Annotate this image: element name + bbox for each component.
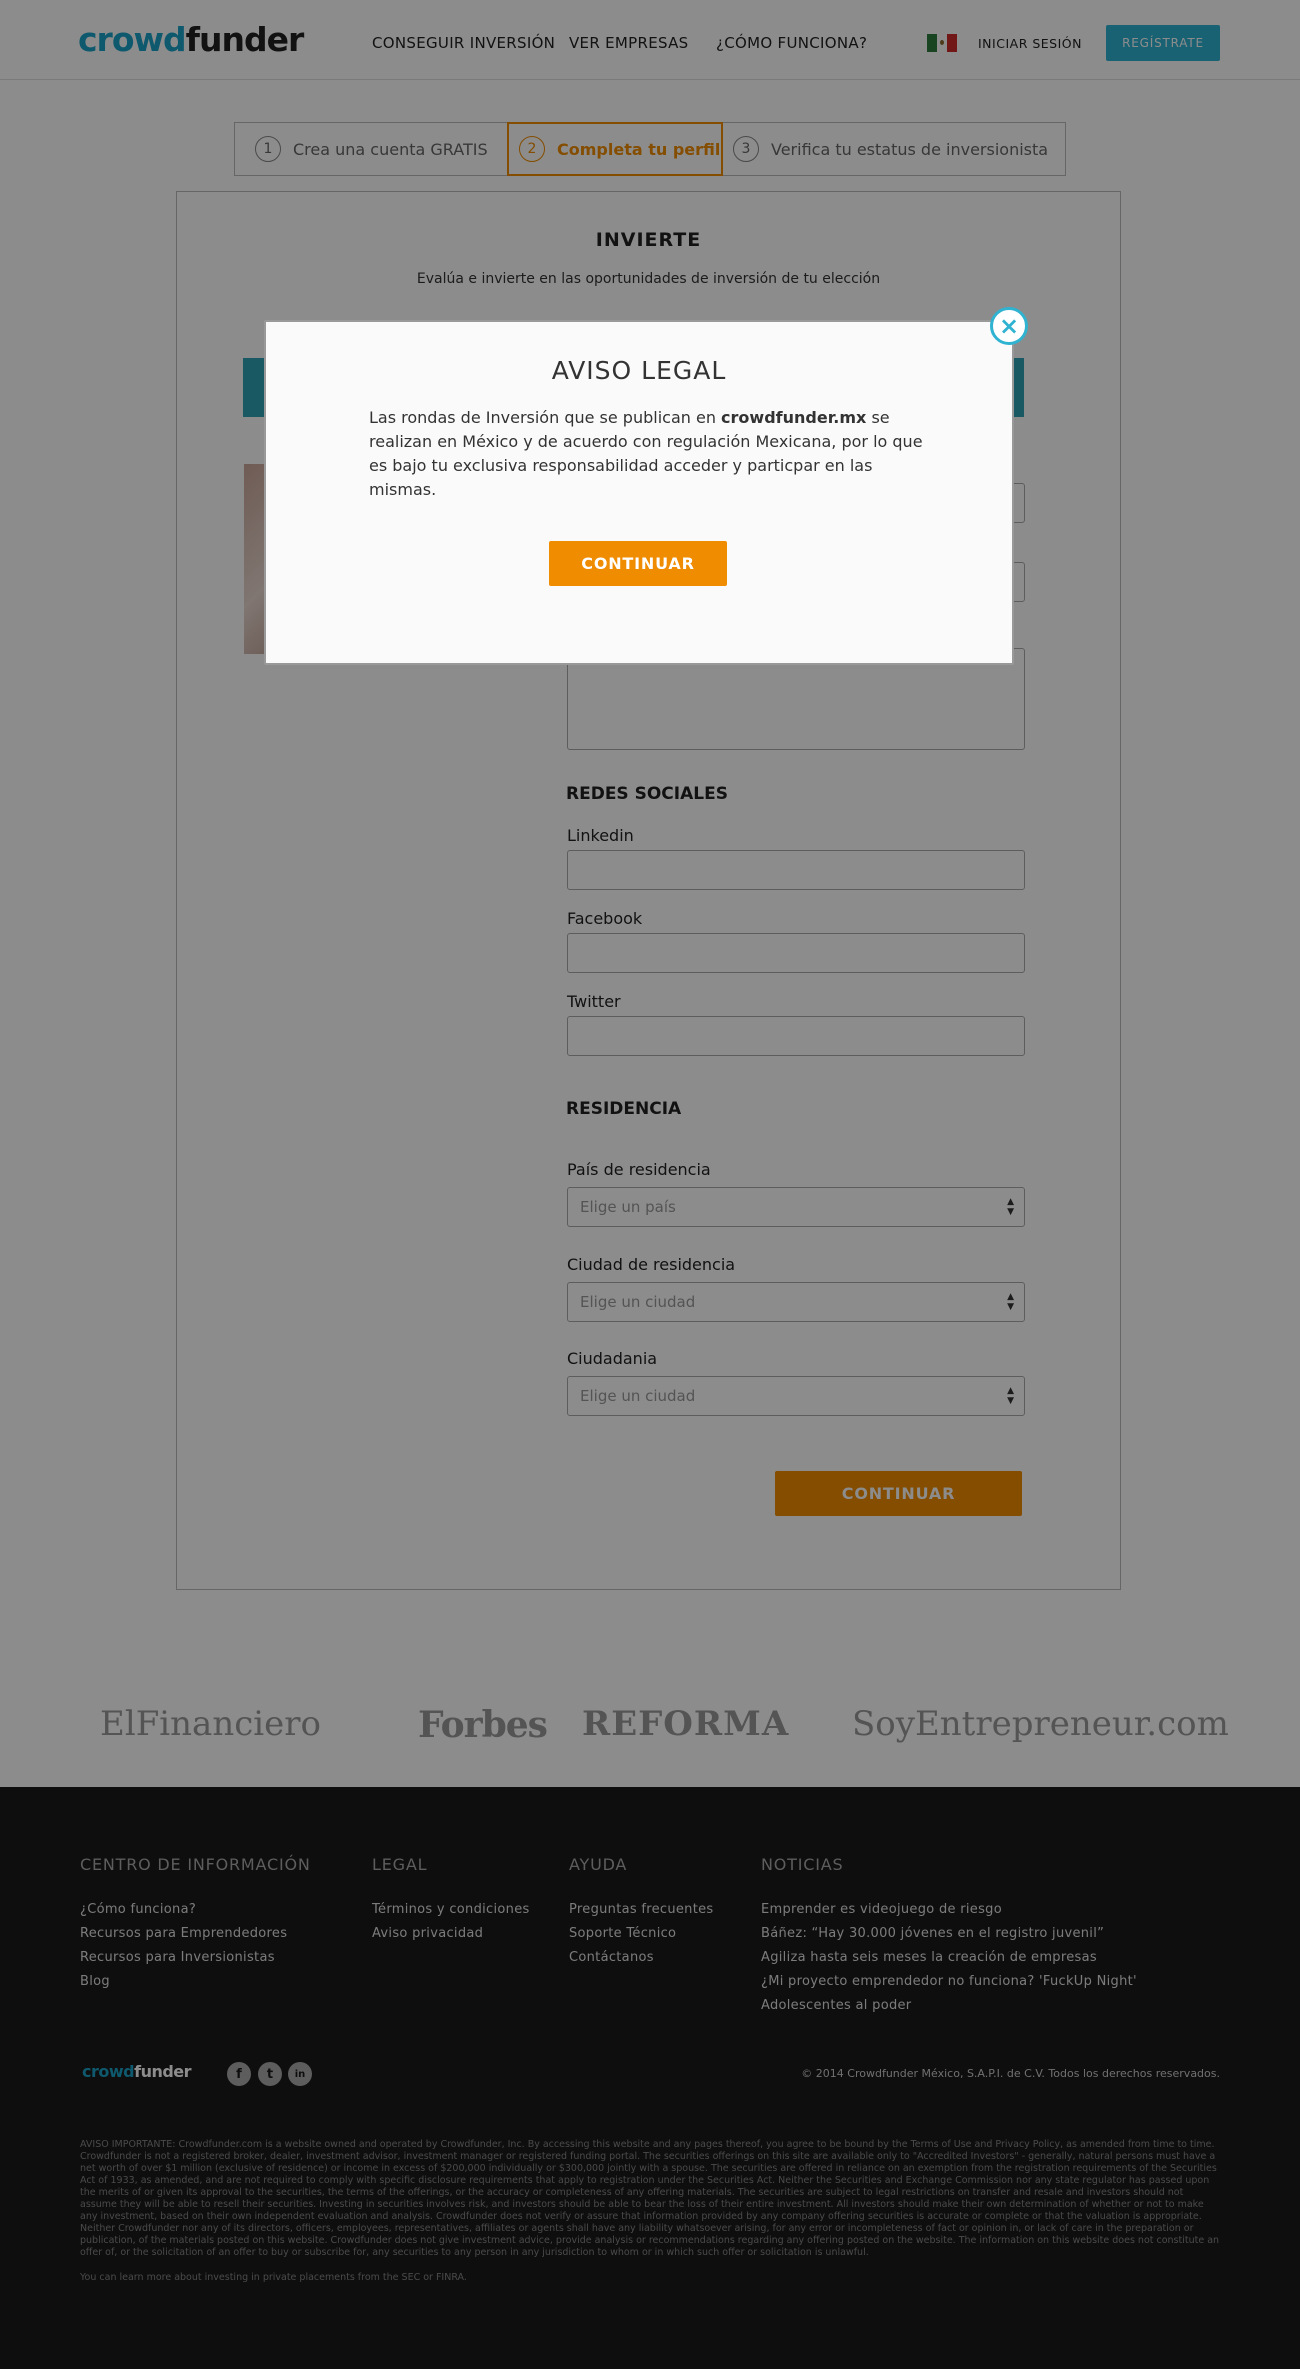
legal-notice-modal: AVISO LEGAL Las rondas de Inversión que … — [264, 320, 1014, 665]
modal-body: Las rondas de Inversión que se publican … — [369, 406, 929, 502]
modal-body-domain: crowdfunder.mx — [721, 408, 867, 427]
close-icon[interactable]: × — [990, 307, 1028, 345]
modal-continue-button[interactable]: CONTINUAR — [549, 541, 727, 586]
modal-title: AVISO LEGAL — [551, 356, 727, 385]
modal-body-text: Las rondas de Inversión que se publican … — [369, 408, 722, 427]
